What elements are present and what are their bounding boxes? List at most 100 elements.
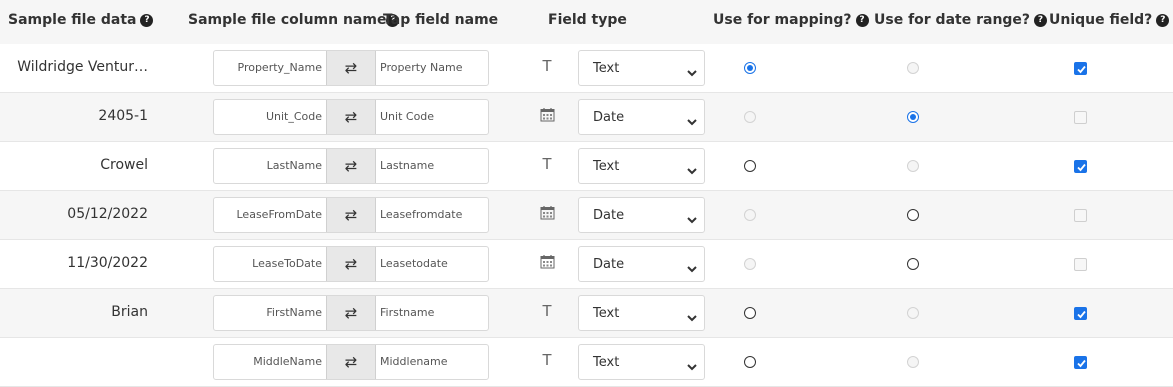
column-mapping-group: LastName ⇄ Lastname (213, 148, 489, 184)
use-for-mapping-radio[interactable] (744, 62, 756, 74)
header-label: Use for mapping? (713, 12, 852, 28)
help-icon[interactable]: ? (140, 14, 154, 27)
sample-column-name-field[interactable]: LastName (214, 149, 326, 183)
use-for-mapping-radio (744, 258, 756, 270)
sample-value: Crowel (100, 157, 148, 173)
field-type-select[interactable]: Date (578, 197, 705, 233)
text-type-icon: T (542, 352, 552, 369)
unique-field-checkbox[interactable] (1074, 307, 1087, 320)
use-for-date-range-radio[interactable] (907, 209, 919, 221)
field-type-select[interactable]: Date (578, 99, 705, 135)
text-type-icon: T (542, 303, 552, 320)
help-icon[interactable]: ? (1156, 14, 1170, 27)
field-type-select[interactable]: Text (578, 148, 705, 184)
header-label: Sample file data (8, 12, 137, 28)
field-type-value: Text (593, 61, 620, 76)
table-row: MiddleName ⇄ Middlename T Text (0, 338, 1173, 387)
sample-value: 05/12/2022 (67, 206, 148, 222)
header-label: Unique field? (1049, 12, 1153, 28)
use-for-date-range-radio[interactable] (907, 111, 919, 123)
chevron-down-icon (686, 112, 698, 126)
header-label: Use for date range? (874, 12, 1031, 28)
swap-arrows-icon[interactable]: ⇄ (326, 149, 376, 183)
header-sample-column-name: Sample file column name? (188, 12, 400, 28)
header-field-type: Field type (548, 12, 627, 28)
sample-column-name-field[interactable]: LeaseToDate (214, 247, 326, 281)
sample-column-name-field[interactable]: Unit_Code (214, 100, 326, 134)
swap-arrows-icon[interactable]: ⇄ (326, 51, 376, 85)
tap-field-name-field[interactable]: Leasetodate (380, 247, 488, 281)
tap-field-name-field[interactable]: Unit Code (380, 100, 488, 134)
unique-field-checkbox[interactable] (1074, 160, 1087, 173)
chevron-down-icon (686, 308, 698, 322)
table-row: 05/12/2022 LeaseFromDate ⇄ Leasefromdate Dat… (0, 191, 1173, 240)
help-icon[interactable]: ? (1034, 14, 1048, 27)
field-type-select[interactable]: Date (578, 246, 705, 282)
table-row: Wildridge Ventur… Property_Name ⇄ Property … (0, 44, 1173, 93)
use-for-date-range-radio[interactable] (907, 258, 919, 270)
swap-arrows-icon[interactable]: ⇄ (326, 198, 376, 232)
chevron-down-icon (686, 357, 698, 371)
tap-field-name-field[interactable]: Lastname (380, 149, 488, 183)
table-row: 11/30/2022 LeaseToDate ⇄ Leasetodate Date (0, 240, 1173, 289)
sample-value: 2405-1 (98, 108, 148, 124)
column-mapping-group: LeaseFromDate ⇄ Leasefromdate (213, 197, 489, 233)
field-type-value: Date (593, 208, 625, 223)
sample-column-name-field[interactable]: LeaseFromDate (214, 198, 326, 232)
chevron-down-icon (686, 259, 698, 273)
unique-field-checkbox[interactable] (1074, 356, 1087, 369)
sample-column-name-field[interactable]: Property_Name (214, 51, 326, 85)
sample-column-name-field[interactable]: FirstName (214, 296, 326, 330)
use-for-date-range-radio (907, 356, 919, 368)
column-mapping-group: FirstName ⇄ Firstname (213, 295, 489, 331)
swap-arrows-icon[interactable]: ⇄ (326, 100, 376, 134)
swap-arrows-icon[interactable]: ⇄ (326, 247, 376, 281)
use-for-date-range-radio (907, 307, 919, 319)
swap-arrows-icon[interactable]: ⇄ (326, 296, 376, 330)
tap-field-name-field[interactable]: Middlename (380, 345, 488, 379)
swap-arrows-icon[interactable]: ⇄ (326, 345, 376, 379)
field-type-value: Text (593, 159, 620, 174)
calendar-icon (538, 254, 556, 272)
header-unique-field: Unique field?? (1049, 12, 1170, 28)
field-type-value: Text (593, 306, 620, 321)
use-for-mapping-radio[interactable] (744, 356, 756, 368)
table-row: Brian FirstName ⇄ Firstname T Text (0, 289, 1173, 338)
unique-field-checkbox[interactable] (1074, 62, 1087, 75)
use-for-mapping-radio[interactable] (744, 160, 756, 172)
chevron-down-icon (686, 161, 698, 175)
field-type-value: Date (593, 257, 625, 272)
header-use-for-date-range: Use for date range?? (874, 12, 1048, 28)
field-type-value: Date (593, 110, 625, 125)
tap-field-name-field[interactable]: Leasefromdate (380, 198, 488, 232)
table-header: Sample file data? Sample file column nam… (0, 0, 1173, 44)
sample-value: 11/30/2022 (67, 255, 148, 271)
chevron-down-icon (686, 63, 698, 77)
calendar-icon (538, 205, 556, 223)
tap-field-name-field[interactable]: Property Name (380, 51, 488, 85)
header-label: Sample file column name (188, 12, 387, 28)
column-mapping-group: Unit_Code ⇄ Unit Code (213, 99, 489, 135)
unique-field-checkbox[interactable] (1074, 258, 1087, 271)
table-row: Crowel LastName ⇄ Lastname T Text (0, 142, 1173, 191)
header-tap-field-name: Tap field name (383, 12, 499, 28)
column-mapping-group: LeaseToDate ⇄ Leasetodate (213, 246, 489, 282)
table-row: 2405-1 Unit_Code ⇄ Unit Code Date (0, 93, 1173, 142)
unique-field-checkbox[interactable] (1074, 111, 1087, 124)
help-icon[interactable]: ? (855, 14, 869, 27)
chevron-down-icon (686, 210, 698, 224)
unique-field-checkbox[interactable] (1074, 209, 1087, 222)
header-use-for-mapping: Use for mapping?? (713, 12, 869, 28)
use-for-mapping-radio[interactable] (744, 307, 756, 319)
use-for-date-range-radio (907, 62, 919, 74)
text-type-icon: T (542, 58, 552, 75)
column-mapping-group: Property_Name ⇄ Property Name (213, 50, 489, 86)
sample-column-name-field[interactable]: MiddleName (214, 345, 326, 379)
field-type-select[interactable]: Text (578, 295, 705, 331)
field-type-select[interactable]: Text (578, 344, 705, 380)
sample-value: Brian (111, 304, 148, 320)
field-type-select[interactable]: Text (578, 50, 705, 86)
tap-field-name-field[interactable]: Firstname (380, 296, 488, 330)
calendar-icon (538, 107, 556, 125)
use-for-mapping-radio (744, 111, 756, 123)
